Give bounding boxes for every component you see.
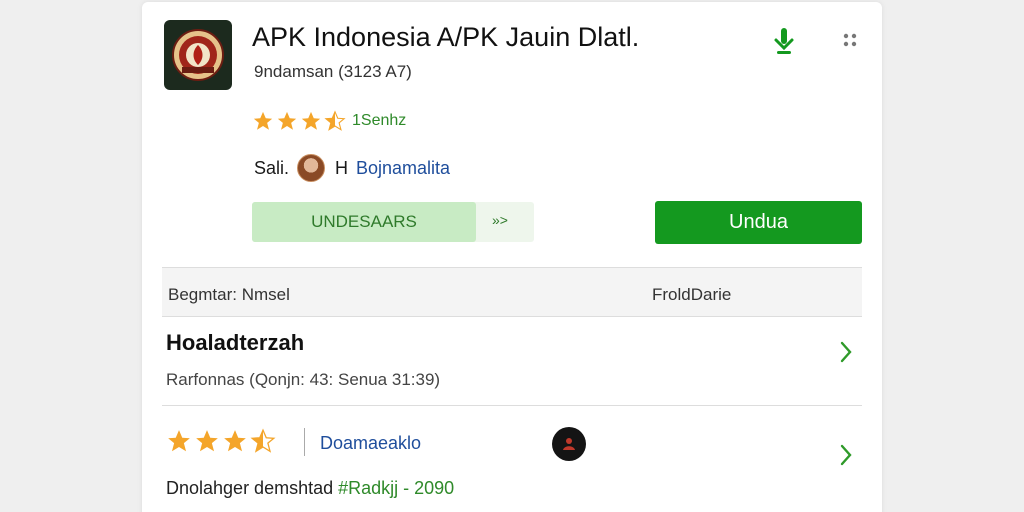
rating-row: 1Senhz — [252, 110, 406, 132]
developer-row: Sali. H Bojnamalita — [254, 154, 450, 182]
review-meta-text: Dnolahger demshtad — [166, 478, 339, 498]
developer-link[interactable]: Bojnamalita — [356, 158, 450, 179]
divider — [162, 405, 862, 406]
star-icon — [277, 111, 297, 130]
review-meta: Dnolahger demshtad #Radkjj - 2090 — [166, 478, 454, 499]
review-tag[interactable]: #Radkjj - 2090 — [338, 478, 454, 498]
review-rating — [166, 428, 276, 454]
star-icon — [253, 111, 273, 130]
secondary-button[interactable]: UNDESAARS — [252, 202, 476, 242]
star-icon — [196, 430, 218, 452]
table-header: Begmtar: Nmsel FroldDarie — [162, 267, 862, 317]
developer-initial: H — [335, 157, 349, 178]
half-star-icon — [250, 428, 276, 453]
app-card: APK Indonesia A/PK Jauin Dlatl. 9ndamsan… — [142, 2, 882, 512]
avatar[interactable] — [297, 154, 326, 182]
star-icon — [301, 111, 321, 130]
app-title: APK Indonesia A/PK Jauin Dlatl. — [252, 22, 640, 52]
header-left-label[interactable]: Begmtar: Nmsel — [168, 285, 290, 305]
expand-arrow-icon[interactable]: »> — [492, 212, 508, 228]
app-subtitle: 9ndamsan (3123 A7) — [254, 62, 412, 81]
chevron-right-icon[interactable] — [839, 340, 853, 364]
half-star-icon — [324, 110, 346, 131]
download-icon[interactable] — [772, 26, 796, 56]
more-options-icon[interactable] — [842, 32, 858, 48]
list-item-title[interactable]: Hoaladterzah — [166, 330, 304, 356]
review-developer-link[interactable]: Doamaeaklo — [320, 433, 421, 454]
star-icon — [168, 430, 190, 452]
rating-text: 1Senhz — [352, 112, 407, 129]
shield-emblem-icon[interactable] — [164, 20, 232, 90]
profile-badge-icon[interactable] — [552, 427, 586, 461]
separator — [304, 428, 305, 456]
developer-prefix: Sali. — [254, 157, 290, 178]
secondary-action: UNDESAARS »> — [252, 202, 534, 242]
list-item-meta: Rarfonnas (Qonjn: 43: Senua 31:39) — [166, 370, 441, 389]
header-right-label[interactable]: FroldDarie — [652, 285, 731, 305]
chevron-right-icon[interactable] — [839, 443, 853, 467]
star-icon — [224, 430, 246, 452]
download-button[interactable]: Undua — [655, 201, 862, 244]
